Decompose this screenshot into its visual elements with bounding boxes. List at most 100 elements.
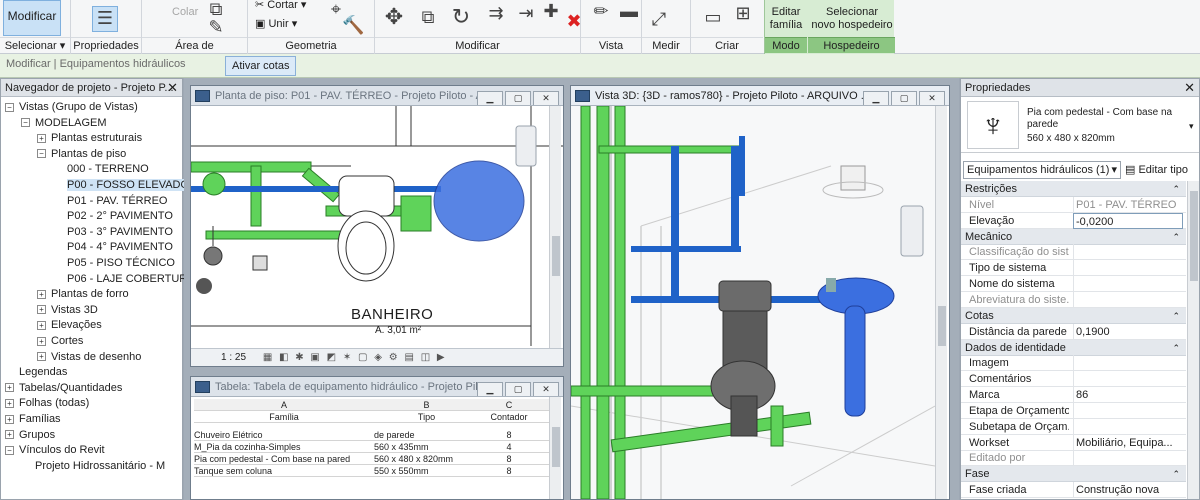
tree-item[interactable]: − Vistas (Grupo de Vistas)	[5, 99, 138, 115]
expand-icon[interactable]: +	[37, 305, 46, 315]
align-icon[interactable]: ⇉	[485, 2, 507, 24]
tree-item[interactable]: − MODELAGEM	[21, 115, 107, 131]
tree-item[interactable]: + Famílias	[5, 411, 61, 427]
properties-section-dimensions[interactable]: Cotas ⌃	[961, 307, 1186, 324]
rotate-icon[interactable]: ↻	[450, 6, 472, 28]
vertical-scrollbar[interactable]	[549, 397, 561, 499]
property-row-imagem[interactable]: Imagem	[961, 355, 1186, 372]
table-row[interactable]: Pia com pedestal - Com base na pared 560 …	[194, 453, 549, 465]
expand-icon[interactable]: +	[37, 320, 46, 330]
tree-item[interactable]: + Vistas de desenho	[37, 349, 141, 365]
select-panel-label[interactable]: Selecionar ▾	[0, 37, 70, 53]
close-icon[interactable]: ✕	[167, 79, 178, 97]
close-button[interactable]: ✕	[533, 382, 559, 396]
navigation-bar[interactable]	[900, 205, 924, 257]
property-value[interactable]: P01 - PAV. TÉRREO	[1073, 196, 1183, 213]
properties-icon[interactable]: ☰	[92, 6, 118, 32]
tree-item[interactable]: 000 - TERRENO	[53, 161, 149, 177]
property-value[interactable]: 86	[1073, 387, 1183, 404]
tree-item[interactable]: P03 - 3° PAVIMENTO	[53, 224, 173, 240]
tree-item[interactable]: + Tabelas/Quantidades	[5, 380, 122, 396]
table-row[interactable]: M_Pia da cozinha-Simples 560 x 435mm 4	[194, 441, 549, 453]
property-value[interactable]	[1073, 450, 1183, 467]
collapse-icon[interactable]: ⌃	[1172, 308, 1180, 324]
navigation-bar[interactable]	[515, 125, 537, 167]
demolish-icon[interactable]: 🔨	[342, 14, 364, 36]
tree-item[interactable]: + Elevações	[37, 317, 102, 333]
modify-button[interactable]: Modificar	[3, 0, 61, 36]
close-button[interactable]: ✕	[919, 91, 945, 105]
property-value[interactable]: Construção nova	[1073, 482, 1183, 499]
expand-icon[interactable]: +	[5, 430, 14, 440]
tree-item[interactable]: P01 - PAV. TÉRREO	[53, 193, 167, 209]
measure-icon[interactable]: ⤢	[648, 8, 670, 30]
view-icon[interactable]: ✏	[590, 0, 612, 22]
collapse-icon[interactable]: ⌃	[1172, 466, 1180, 482]
create-similar-icon[interactable]: ⊞	[732, 2, 754, 24]
move-icon[interactable]: ✥	[383, 6, 405, 28]
collapse-icon[interactable]: ⌃	[1172, 340, 1180, 356]
property-value[interactable]	[1073, 291, 1183, 308]
property-row-subetapa[interactable]: Subetapa de Orçam...	[961, 418, 1186, 435]
property-row-etapa[interactable]: Etapa de Orçamento	[961, 402, 1186, 419]
tree-item[interactable]: + Folhas (todas)	[5, 395, 89, 411]
join-button[interactable]: ▣ Unir ▾	[255, 17, 297, 30]
table-row[interactable]: Chuveiro Elétrico de parede 8	[194, 429, 549, 441]
pin-icon[interactable]: ✚	[540, 0, 562, 22]
property-row-comentarios[interactable]: Comentários	[961, 371, 1186, 388]
3d-view-window[interactable]: Vista 3D: {3D - ramos780} - Projeto Pilo…	[570, 85, 950, 500]
3d-canvas[interactable]	[571, 106, 935, 499]
property-row-tipo_sist[interactable]: Tipo de sistema	[961, 260, 1186, 277]
tree-item[interactable]: − Vínculos do Revit	[5, 442, 105, 458]
tree-item[interactable]: P05 - PISO TÉCNICO	[53, 255, 175, 271]
collapse-icon[interactable]: ⌃	[1172, 181, 1180, 197]
collapse-icon[interactable]: −	[37, 149, 46, 159]
collapse-icon[interactable]: −	[21, 118, 30, 128]
properties-section-constraints[interactable]: Restrições ⌃	[961, 181, 1186, 197]
activate-dimensions-button[interactable]: Ativar cotas	[225, 56, 297, 76]
type-selector[interactable]: ♆ Pia com pedestal - Com base na parede …	[961, 97, 1199, 153]
vertical-scrollbar[interactable]	[549, 106, 561, 348]
property-value[interactable]	[1073, 244, 1183, 261]
tree-item[interactable]: + Cortes	[37, 333, 83, 349]
chevron-down-icon[interactable]: ▾	[1189, 121, 1194, 132]
tree-item[interactable]: P02 - 2° PAVIMENTO	[53, 208, 173, 224]
minimize-button[interactable]: ▁	[477, 91, 503, 105]
property-value[interactable]: Mobiliário, Equipa...	[1073, 434, 1183, 451]
property-row-elevacao[interactable]: Elevação -0,0200	[961, 212, 1186, 229]
property-row-marca[interactable]: Marca 86	[961, 387, 1186, 404]
expand-icon[interactable]: +	[5, 414, 14, 424]
category-filter[interactable]: Equipamentos hidráulicos (1) ▾	[963, 161, 1121, 179]
property-row-workset[interactable]: Workset Mobiliário, Equipa...	[961, 434, 1186, 451]
paste-button[interactable]: Colar	[172, 6, 198, 18]
property-row-nome_sist[interactable]: Nome do sistema	[961, 276, 1186, 293]
property-value[interactable]	[1073, 355, 1183, 372]
select-host-button[interactable]: Selecionar novo hospedeiro	[809, 6, 895, 32]
property-row-class_sist[interactable]: Classificação do sist...	[961, 244, 1186, 261]
hide-icon[interactable]: ▬	[618, 0, 640, 22]
expand-icon[interactable]: +	[5, 383, 14, 393]
expand-icon[interactable]: +	[37, 133, 46, 143]
collapse-icon[interactable]: ⌃	[1172, 229, 1180, 245]
minimize-button[interactable]: ▁	[863, 91, 889, 105]
copy-element-icon[interactable]: ⧉	[417, 6, 439, 28]
cut-button[interactable]: ✂ Cortar ▾	[255, 0, 306, 11]
tree-item[interactable]: + Vistas 3D	[37, 302, 98, 318]
offset-icon[interactable]: ⇥	[515, 2, 537, 24]
schedule-window[interactable]: Tabela: Tabela de equipamento hidráulico…	[190, 376, 564, 500]
tree-item[interactable]: P06 - LAJE COBERTURA	[53, 271, 195, 287]
close-icon[interactable]: ✕	[1184, 79, 1195, 97]
match-properties-icon[interactable]: ✎	[205, 16, 227, 38]
property-value[interactable]: -0,0200	[1073, 212, 1183, 229]
expand-icon[interactable]: +	[37, 352, 46, 362]
view-scale[interactable]: 1 : 25	[221, 352, 246, 363]
edit-type-button[interactable]: ▤ Editar tipo	[1125, 161, 1188, 179]
tree-item[interactable]: − Plantas de piso	[37, 146, 126, 162]
properties-section-mechanical[interactable]: Mecânico ⌃	[961, 228, 1186, 245]
vertical-scrollbar[interactable]	[935, 106, 947, 499]
view-control-icons[interactable]: ▦ ◧ ✱ ▣ ◩ ✶ ▢ ◈ ⚙ ▤ ◫ ▶	[263, 352, 447, 363]
tree-item[interactable]: P04 - 4° PAVIMENTO	[53, 239, 173, 255]
property-value[interactable]: 0,1900	[1073, 323, 1183, 340]
vertical-scrollbar[interactable]	[1187, 181, 1199, 499]
property-row-dist_parede[interactable]: Distância da parede 0,1900	[961, 323, 1186, 340]
